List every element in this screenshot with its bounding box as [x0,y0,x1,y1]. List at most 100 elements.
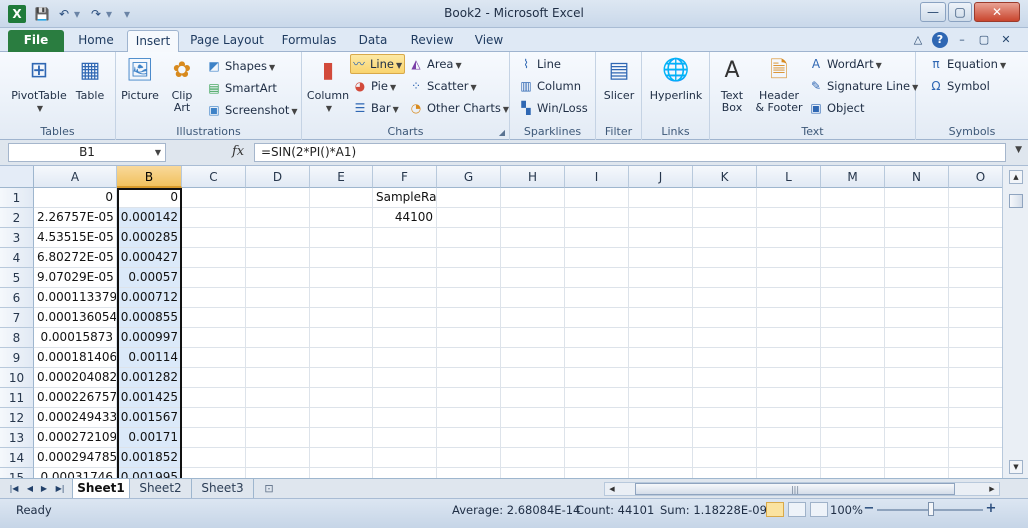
cell-f9[interactable] [373,348,437,368]
cell-h15[interactable] [501,468,565,478]
cell-a14[interactable]: 0.000294785 [34,448,117,468]
cell-n9[interactable] [885,348,949,368]
column-header-i[interactable]: I [565,166,629,188]
cell-l6[interactable] [757,288,821,308]
cell-g5[interactable] [437,268,501,288]
tab-data[interactable]: Data [350,30,396,52]
cell-b5[interactable]: 0.00057 [117,268,182,288]
zoom-out-icon[interactable]: − [862,501,876,517]
sheet-tab-1[interactable]: Sheet1 [72,479,130,498]
cell-n10[interactable] [885,368,949,388]
cell-l7[interactable] [757,308,821,328]
minimize-window-button[interactable]: — [920,2,946,22]
cell-e2[interactable] [310,208,373,228]
close-window-button[interactable]: ✕ [974,2,1020,22]
wordart-button[interactable]: A WordArt ▼ [808,54,882,74]
cell-m7[interactable] [821,308,885,328]
cell-n5[interactable] [885,268,949,288]
cell-o12[interactable] [949,408,1002,428]
cell-i9[interactable] [565,348,629,368]
scroll-right-icon[interactable]: ▶ [985,483,999,495]
cell-l13[interactable] [757,428,821,448]
cell-f13[interactable] [373,428,437,448]
column-header-b[interactable]: B [117,166,182,188]
scroll-up-icon[interactable]: ▲ [1009,170,1023,184]
smartart-button[interactable]: ▤ SmartArt [206,78,277,98]
last-sheet-icon[interactable]: ▶| [54,482,66,496]
cell-f10[interactable] [373,368,437,388]
cell-o14[interactable] [949,448,1002,468]
cell-d11[interactable] [246,388,310,408]
area-chart-button[interactable]: ◭ Area ▼ [408,54,461,74]
sparkline-column-button[interactable]: ▥ Column [518,76,581,96]
cell-l9[interactable] [757,348,821,368]
equation-button[interactable]: π Equation ▼ [928,54,1006,74]
cell-o2[interactable] [949,208,1002,228]
cell-h6[interactable] [501,288,565,308]
hyperlink-button[interactable]: 🌐 Hyperlink [646,56,706,102]
row-header[interactable]: 3 [0,228,34,248]
cell-a6[interactable]: 0.000113379 [34,288,117,308]
cell-i4[interactable] [565,248,629,268]
cell-f11[interactable] [373,388,437,408]
workbook-minimize-icon[interactable]: – [954,32,970,48]
tab-page-layout[interactable]: Page Layout [186,30,268,52]
workbook-close-icon[interactable]: ✕ [998,32,1014,48]
cell-f15[interactable] [373,468,437,478]
cell-m15[interactable] [821,468,885,478]
column-header-n[interactable]: N [885,166,949,188]
bar-chart-button[interactable]: ☰ Bar ▼ [352,98,399,118]
cell-a5[interactable]: 9.07029E-05 [34,268,117,288]
cell-a13[interactable]: 0.000272109 [34,428,117,448]
cell-b11[interactable]: 0.001425 [117,388,182,408]
cell-l2[interactable] [757,208,821,228]
vertical-scroll-thumb[interactable] [1009,194,1023,208]
cell-d12[interactable] [246,408,310,428]
cell-b10[interactable]: 0.001282 [117,368,182,388]
cell-n14[interactable] [885,448,949,468]
column-header-d[interactable]: D [246,166,310,188]
cell-n4[interactable] [885,248,949,268]
scatter-chart-button[interactable]: ⁘ Scatter ▼ [408,76,477,96]
cell-f2[interactable]: 44100 [373,208,437,228]
zoom-in-icon[interactable]: + [984,501,998,517]
cell-c6[interactable] [182,288,246,308]
cell-o1[interactable] [949,188,1002,208]
cell-i8[interactable] [565,328,629,348]
sparkline-line-button[interactable]: ⌇ Line [518,54,561,74]
cell-o9[interactable] [949,348,1002,368]
row-header[interactable]: 5 [0,268,34,288]
cell-a8[interactable]: 0.00015873 [34,328,117,348]
tab-review[interactable]: Review [404,30,460,52]
cell-g8[interactable] [437,328,501,348]
cell-h13[interactable] [501,428,565,448]
cell-e7[interactable] [310,308,373,328]
cell-k4[interactable] [693,248,757,268]
row-header[interactable]: 15 [0,468,34,478]
cell-k14[interactable] [693,448,757,468]
normal-view-button[interactable] [766,502,784,517]
sparkline-winloss-button[interactable]: ▚ Win/Loss [518,98,587,118]
cell-k5[interactable] [693,268,757,288]
cell-k10[interactable] [693,368,757,388]
column-header-h[interactable]: H [501,166,565,188]
cell-j1[interactable] [629,188,693,208]
cell-h14[interactable] [501,448,565,468]
cell-a10[interactable]: 0.000204082 [34,368,117,388]
column-header-a[interactable]: A [34,166,117,188]
tab-file[interactable]: File [8,30,64,52]
cell-c5[interactable] [182,268,246,288]
cell-o11[interactable] [949,388,1002,408]
cell-d8[interactable] [246,328,310,348]
cell-l11[interactable] [757,388,821,408]
cell-k11[interactable] [693,388,757,408]
cell-k15[interactable] [693,468,757,478]
cell-g2[interactable] [437,208,501,228]
cell-g3[interactable] [437,228,501,248]
cell-o3[interactable] [949,228,1002,248]
cell-d13[interactable] [246,428,310,448]
cell-k12[interactable] [693,408,757,428]
cell-b15[interactable]: 0.001995 [117,468,182,478]
cell-n8[interactable] [885,328,949,348]
formula-input[interactable]: =SIN(2*PI()*A1) [254,143,1006,162]
